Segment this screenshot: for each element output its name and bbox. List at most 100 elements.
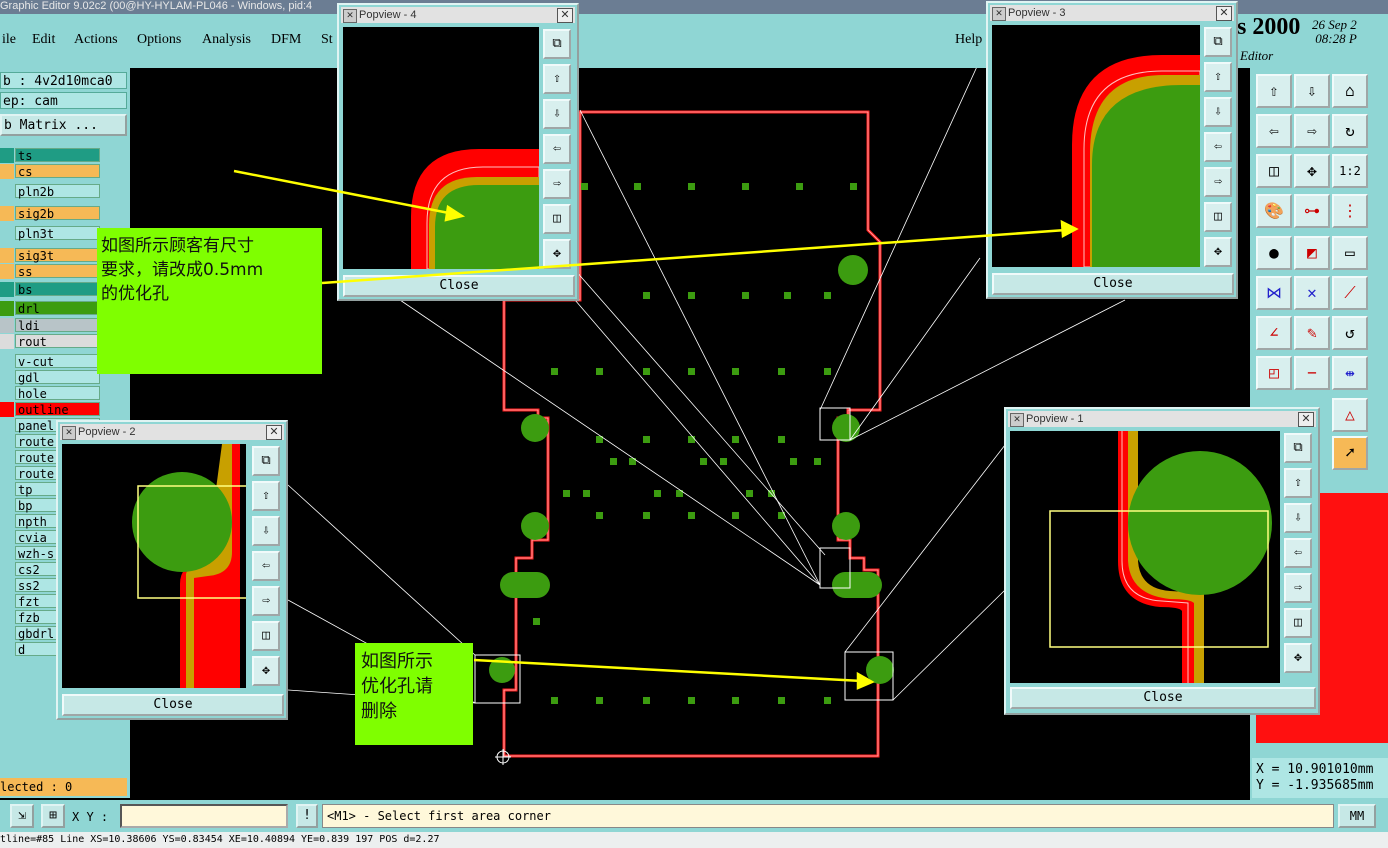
- zoom-top-icon[interactable]: ⇧: [1204, 62, 1232, 92]
- close-button[interactable]: Close: [343, 275, 575, 297]
- layer-drl[interactable]: drl: [0, 301, 100, 316]
- pan-right-icon[interactable]: ⇨: [252, 586, 280, 616]
- close-icon[interactable]: ✕: [557, 8, 573, 23]
- palette-icon[interactable]: 🎨: [1256, 194, 1292, 228]
- pan-left-icon[interactable]: ⇦: [1204, 132, 1232, 162]
- layer-hole[interactable]: hole: [0, 386, 100, 401]
- angle-icon[interactable]: ∠: [1256, 316, 1292, 350]
- menu-step[interactable]: St: [321, 32, 333, 48]
- zoom-icon[interactable]: ⧉: [252, 446, 280, 476]
- alert-icon[interactable]: !: [296, 804, 318, 828]
- close-icon[interactable]: ✕: [266, 425, 282, 440]
- pan-left-icon[interactable]: ⇦: [1256, 114, 1292, 148]
- zoom-bottom-icon[interactable]: ⇩: [1284, 503, 1312, 533]
- layer-bs[interactable]: bs: [0, 282, 100, 297]
- zoom-center-icon[interactable]: ✥: [1294, 154, 1330, 188]
- connect-icon[interactable]: ⋈: [1256, 276, 1292, 310]
- measure-icon[interactable]: ⊶: [1294, 194, 1330, 228]
- zoom-top-icon[interactable]: ⇧: [543, 64, 571, 94]
- reload-icon[interactable]: ↻: [1332, 114, 1368, 148]
- triangle-icon[interactable]: △: [1332, 398, 1368, 432]
- pan-right-icon[interactable]: ⇨: [1294, 114, 1330, 148]
- popview-canvas[interactable]: [1010, 431, 1280, 683]
- width-icon[interactable]: ⇹: [1332, 356, 1368, 390]
- pan-icon[interactable]: ⇲: [10, 804, 34, 828]
- ruler-icon[interactable]: ▭: [1332, 236, 1368, 270]
- menu-dfm[interactable]: DFM: [271, 32, 301, 48]
- minus-icon[interactable]: −: [1294, 356, 1330, 390]
- pan-left-icon[interactable]: ⇦: [543, 134, 571, 164]
- zoom-bottom-icon[interactable]: ⇩: [252, 516, 280, 546]
- xy-input[interactable]: [120, 804, 288, 828]
- popview-2[interactable]: ✕ Popview - 2 ✕ ⧉ ⇧ ⇩ ⇦ ⇨ ◫ ✥ Close: [56, 420, 288, 720]
- zoom-center-icon[interactable]: ✥: [543, 239, 571, 269]
- menu-analysis[interactable]: Analysis: [202, 32, 251, 48]
- pan-right-icon[interactable]: ⇨: [1204, 167, 1232, 197]
- snap-icon[interactable]: ◰: [1256, 356, 1292, 390]
- pan-left-icon[interactable]: ⇦: [252, 551, 280, 581]
- layer-ss[interactable]: ss: [0, 264, 100, 279]
- zoom-bottom-icon[interactable]: ⇩: [1294, 74, 1330, 108]
- layer-ts[interactable]: ts: [0, 148, 100, 163]
- menu-edit[interactable]: Edit: [32, 32, 55, 48]
- pan-left-icon[interactable]: ⇦: [1284, 538, 1312, 568]
- layer-outline[interactable]: outline: [0, 402, 100, 417]
- units-button[interactable]: MM: [1338, 804, 1376, 828]
- zoom-bottom-icon[interactable]: ⇩: [1204, 97, 1232, 127]
- menu-file[interactable]: ile: [2, 32, 16, 48]
- job-matrix-button[interactable]: b Matrix ...: [0, 114, 127, 136]
- close-button[interactable]: Close: [62, 694, 284, 716]
- zoom-bottom-icon[interactable]: ⇩: [543, 99, 571, 129]
- close-icon[interactable]: ✕: [1216, 6, 1232, 21]
- layer-cs[interactable]: cs: [0, 164, 100, 179]
- zoom-icon[interactable]: ⧉: [543, 29, 571, 59]
- pan-right-icon[interactable]: ⇨: [543, 169, 571, 199]
- close-button[interactable]: Close: [992, 273, 1234, 295]
- grid-icon[interactable]: ⊞: [41, 804, 65, 828]
- layer-ldi[interactable]: ldi: [0, 318, 100, 333]
- rectangle-icon[interactable]: ◩: [1294, 236, 1330, 270]
- zoom-center-icon[interactable]: ✥: [1284, 643, 1312, 673]
- scale-icon[interactable]: 1:2: [1332, 154, 1368, 188]
- popview-canvas[interactable]: [343, 27, 539, 269]
- zoom-fit-icon[interactable]: ◫: [1204, 202, 1232, 232]
- zoom-center-icon[interactable]: ✥: [1204, 237, 1232, 267]
- zoom-top-icon[interactable]: ⇧: [252, 481, 280, 511]
- zoom-fit-icon[interactable]: ◫: [252, 621, 280, 651]
- pan-right-icon[interactable]: ⇨: [1284, 573, 1312, 603]
- draw-icon[interactable]: ✎: [1294, 316, 1330, 350]
- pointer-icon[interactable]: ➚: [1332, 436, 1368, 470]
- zoom-icon[interactable]: ⧉: [1284, 433, 1312, 463]
- pin-icon[interactable]: ●: [1256, 236, 1292, 270]
- popview-canvas[interactable]: [62, 444, 246, 688]
- line-icon[interactable]: ⟋: [1332, 276, 1368, 310]
- arc-icon[interactable]: ↺: [1332, 316, 1368, 350]
- layer-pln3t[interactable]: pln3t: [0, 226, 100, 241]
- home-icon[interactable]: ⌂: [1332, 74, 1368, 108]
- layer-rout[interactable]: rout: [0, 334, 100, 349]
- zoom-fit-icon[interactable]: ◫: [1284, 608, 1312, 638]
- zoom-icon[interactable]: ⧉: [1204, 27, 1232, 57]
- layer-sig2b[interactable]: sig2b: [0, 206, 100, 221]
- popview-1[interactable]: ✕ Popview - 1 ✕ ⧉ ⇧ ⇩ ⇦ ⇨ ◫ ✥ Close: [1004, 407, 1320, 715]
- layer-pln2b[interactable]: pln2b: [0, 184, 100, 199]
- layer-sig3t[interactable]: sig3t: [0, 248, 100, 263]
- layer-gdl[interactable]: gdl: [0, 370, 100, 385]
- menu-actions[interactable]: Actions: [74, 32, 118, 48]
- zoom-top-icon[interactable]: ⇧: [1284, 468, 1312, 498]
- menu-help[interactable]: Help: [955, 32, 982, 48]
- popview-4[interactable]: ✕ Popview - 4 ✕ ⧉ ⇧ ⇩ ⇦ ⇨ ◫ ✥ Close: [337, 3, 579, 301]
- zoom-fit-icon[interactable]: ◫: [1256, 154, 1292, 188]
- cross-icon[interactable]: ✕: [1294, 276, 1330, 310]
- net-icon[interactable]: ⋮: [1332, 194, 1368, 228]
- menu-options[interactable]: Options: [137, 32, 181, 48]
- popview-canvas[interactable]: [992, 25, 1200, 267]
- popview-3[interactable]: ✕ Popview - 3 ✕ ⧉ ⇧ ⇩ ⇦ ⇨ ◫ ✥ Close: [986, 1, 1238, 299]
- zoom-fit-icon[interactable]: ◫: [543, 204, 571, 234]
- popview-title: Popview - 2: [78, 426, 136, 438]
- close-button[interactable]: Close: [1010, 687, 1316, 709]
- zoom-center-icon[interactable]: ✥: [252, 656, 280, 686]
- zoom-top-icon[interactable]: ⇧: [1256, 74, 1292, 108]
- close-icon[interactable]: ✕: [1298, 412, 1314, 427]
- layer-v-cut[interactable]: v-cut: [0, 354, 100, 369]
